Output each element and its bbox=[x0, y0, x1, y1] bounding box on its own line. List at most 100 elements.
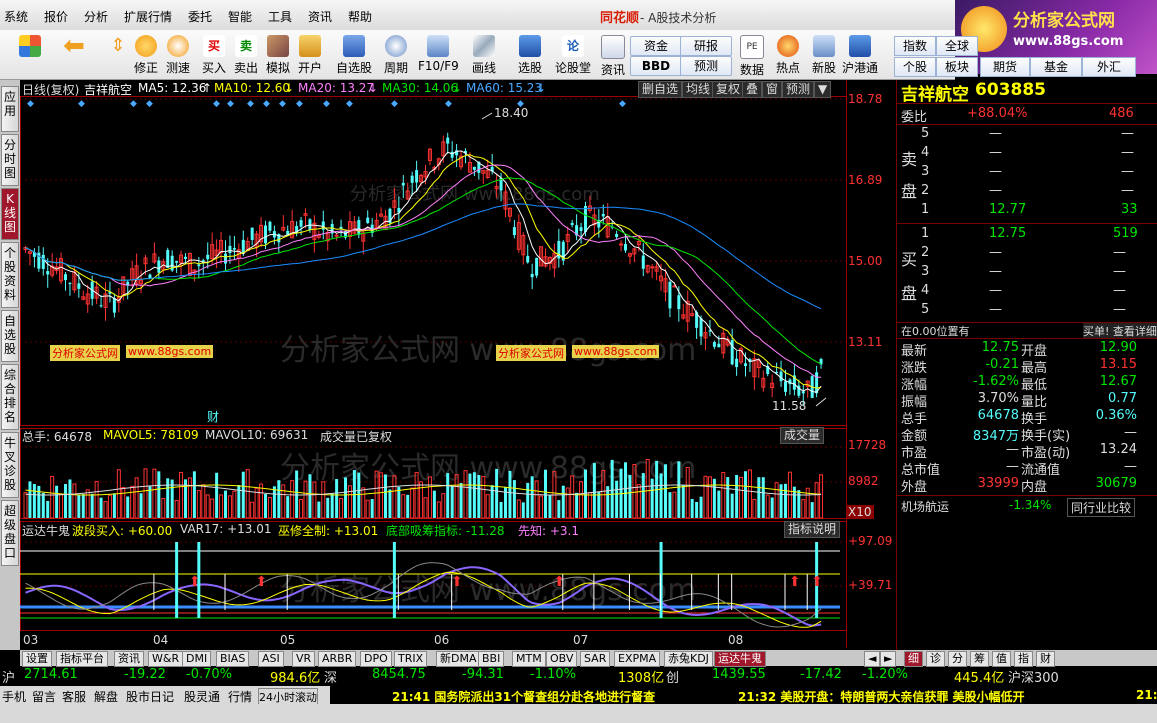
volume-bar[interactable] bbox=[757, 477, 761, 518]
volume-bar[interactable] bbox=[401, 494, 406, 519]
volume-bar[interactable] bbox=[81, 494, 85, 518]
volume-menu-button[interactable]: 成交量 bbox=[780, 427, 825, 444]
event-marker-icon[interactable]: ◆ bbox=[227, 99, 234, 109]
panel-tab[interactable]: 细 bbox=[904, 651, 923, 667]
event-marker-icon[interactable]: ◆ bbox=[323, 99, 330, 109]
research-button[interactable]: 研报 bbox=[680, 36, 732, 56]
volume-bar[interactable] bbox=[730, 493, 734, 518]
status-service[interactable]: 客服 bbox=[62, 688, 86, 705]
volume-bar[interactable] bbox=[707, 476, 712, 519]
volume-bar[interactable] bbox=[521, 502, 525, 518]
volume-bar[interactable] bbox=[23, 492, 28, 519]
volume-bar[interactable] bbox=[774, 482, 779, 519]
candle[interactable] bbox=[228, 245, 232, 254]
volume-bar[interactable] bbox=[597, 491, 601, 518]
candle[interactable] bbox=[184, 256, 187, 259]
volume-bar[interactable] bbox=[761, 477, 765, 518]
tab-stock[interactable]: 个股 bbox=[894, 57, 936, 77]
candle[interactable] bbox=[584, 206, 587, 232]
volume-bar[interactable] bbox=[450, 486, 454, 518]
candle[interactable] bbox=[570, 222, 574, 226]
indicator-tab[interactable]: 运达牛鬼 bbox=[714, 651, 766, 667]
candle[interactable] bbox=[321, 221, 325, 230]
volume-bar[interactable] bbox=[41, 492, 45, 518]
sz-index-value[interactable]: 8454.75 bbox=[372, 667, 426, 682]
volume-bar[interactable] bbox=[441, 493, 446, 519]
volume-bar[interactable] bbox=[192, 471, 196, 518]
status-quote[interactable]: 行情 bbox=[228, 688, 252, 705]
fix-button[interactable]: 修正 bbox=[128, 32, 164, 78]
candle[interactable] bbox=[197, 264, 201, 267]
volume-bar[interactable] bbox=[624, 462, 627, 518]
candle[interactable] bbox=[64, 274, 67, 281]
volume-bar[interactable] bbox=[615, 480, 619, 518]
volume-bar[interactable] bbox=[548, 494, 552, 518]
volume-bar[interactable] bbox=[744, 471, 747, 518]
event-marker-icon[interactable]: ◆ bbox=[619, 99, 626, 109]
volume-bar[interactable] bbox=[250, 501, 255, 519]
tab-futures[interactable]: 期货 bbox=[980, 57, 1030, 77]
left-tab-diagnosis[interactable]: 牛叉诊股 bbox=[1, 432, 19, 498]
volume-bar[interactable] bbox=[174, 499, 179, 519]
volume-bar[interactable] bbox=[201, 484, 206, 519]
volume-bar[interactable] bbox=[810, 502, 814, 518]
indicator-help-button[interactable]: 指标说明 bbox=[784, 521, 841, 538]
event-marker-icon[interactable]: ◆ bbox=[27, 99, 34, 109]
watchlist-button[interactable]: 自选股 bbox=[332, 32, 376, 78]
volume-bar[interactable] bbox=[650, 478, 654, 518]
status-message[interactable]: 留言 bbox=[32, 688, 56, 705]
indicator-tab[interactable]: 赤兔KDJ bbox=[664, 651, 713, 667]
volume-bar[interactable] bbox=[59, 493, 64, 519]
candle[interactable] bbox=[579, 227, 583, 231]
volume-bar[interactable] bbox=[797, 490, 801, 518]
volume-bar[interactable] bbox=[344, 477, 347, 518]
candle[interactable] bbox=[46, 271, 50, 275]
event-marker-icon[interactable]: ◆ bbox=[445, 99, 452, 109]
volume-bar[interactable] bbox=[272, 486, 276, 518]
volume-bar[interactable] bbox=[659, 473, 663, 518]
indicator-tab[interactable]: 新DMA bbox=[436, 651, 481, 667]
volume-bar[interactable] bbox=[721, 472, 726, 519]
indicator-tab[interactable]: ARBR bbox=[318, 651, 357, 667]
finance-marker[interactable]: 财 bbox=[207, 408, 219, 425]
volume-bar[interactable] bbox=[330, 493, 334, 518]
menu-item-trade[interactable]: 委托 bbox=[188, 8, 212, 25]
indicator-tab[interactable]: EXPMA bbox=[614, 651, 661, 667]
event-marker-icon[interactable]: ◆ bbox=[247, 99, 254, 109]
volume-bar[interactable] bbox=[739, 476, 744, 519]
event-marker-icon[interactable]: ◆ bbox=[78, 99, 85, 109]
buy-price[interactable]: — bbox=[989, 264, 1002, 279]
volume-bar[interactable] bbox=[290, 480, 295, 519]
candle[interactable] bbox=[224, 253, 227, 264]
volume-bar[interactable] bbox=[112, 493, 116, 518]
volume-bar[interactable] bbox=[752, 498, 757, 519]
volume-bar[interactable] bbox=[224, 490, 227, 518]
candle[interactable] bbox=[624, 244, 627, 251]
volume-bar[interactable] bbox=[139, 493, 143, 518]
candle[interactable] bbox=[232, 248, 236, 250]
volume-bar[interactable] bbox=[286, 496, 290, 518]
adjust-button[interactable]: 复权 bbox=[712, 81, 745, 98]
volume-bar[interactable] bbox=[352, 470, 356, 518]
volume-bar[interactable] bbox=[814, 482, 819, 519]
volume-bar[interactable] bbox=[477, 475, 481, 518]
indicator-tab[interactable]: 设置 bbox=[22, 651, 52, 667]
indicator-tab[interactable]: 资讯 bbox=[114, 651, 144, 667]
remove-watchlist-button[interactable]: 删自选 bbox=[638, 81, 683, 98]
panel-tab[interactable]: 财 bbox=[1036, 651, 1055, 667]
volume-bar[interactable] bbox=[530, 476, 534, 518]
volume-bar[interactable] bbox=[134, 477, 139, 519]
volume-bar[interactable] bbox=[695, 501, 699, 518]
indicator-tab[interactable]: DPO bbox=[360, 651, 392, 667]
candle[interactable] bbox=[472, 166, 476, 170]
tab-index[interactable]: 指数 bbox=[894, 36, 936, 56]
volume-bar[interactable] bbox=[565, 487, 570, 519]
volume-bar[interactable] bbox=[592, 463, 596, 518]
volume-bar[interactable] bbox=[610, 459, 614, 518]
volume-bar[interactable] bbox=[166, 478, 170, 518]
candle[interactable] bbox=[334, 234, 339, 237]
left-tab-super-book[interactable]: 超级盘口 bbox=[1, 500, 19, 566]
volume-bar[interactable] bbox=[406, 494, 410, 518]
volume-bar[interactable] bbox=[690, 498, 694, 518]
buy-price[interactable]: 12.75 bbox=[989, 226, 1026, 241]
